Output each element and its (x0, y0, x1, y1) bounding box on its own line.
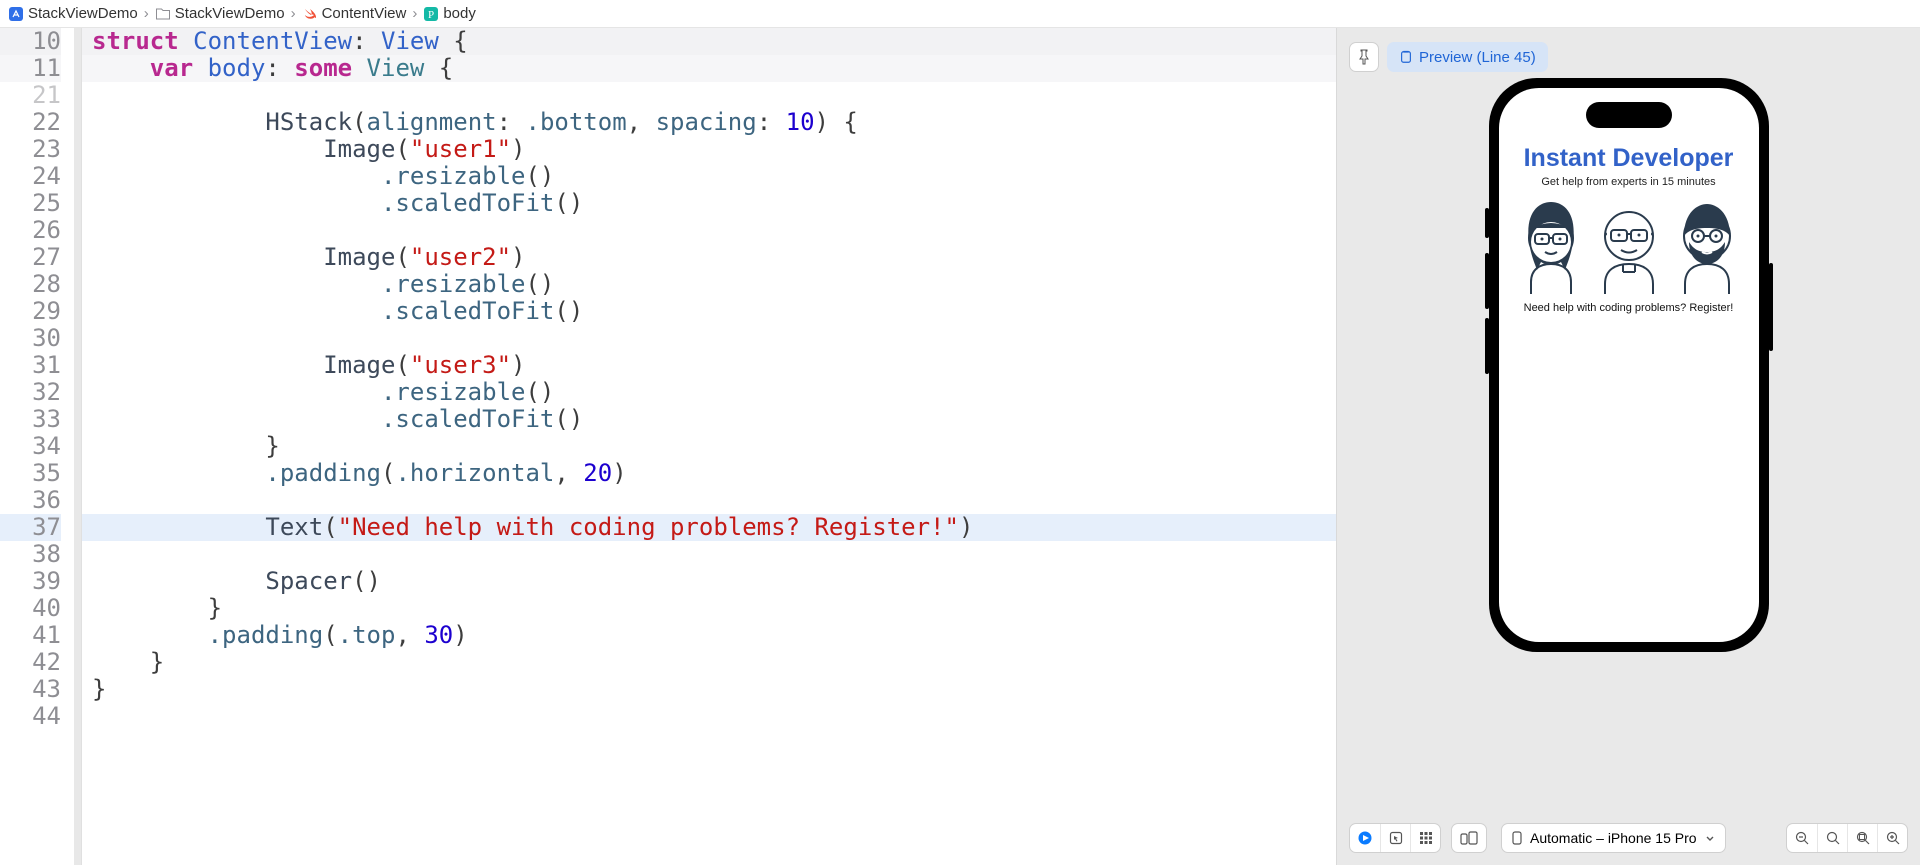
code-line[interactable]: .padding(.horizontal, 20) (82, 460, 1336, 487)
device-selector-label: Automatic – iPhone 15 Pro (1530, 830, 1697, 846)
preview-pill-label: Preview (Line 45) (1419, 49, 1536, 66)
code-line[interactable] (82, 217, 1336, 244)
crumb-folder[interactable]: StackViewDemo (155, 5, 285, 22)
phone-icon (1512, 831, 1522, 845)
code-line[interactable]: .scaledToFit() (82, 190, 1336, 217)
chevron-right-icon: › (144, 5, 149, 22)
code-line[interactable]: .padding(.top, 30) (82, 622, 1336, 649)
zoom-in-button[interactable] (1877, 824, 1907, 852)
app-footer-text: Need help with coding problems? Register… (1524, 302, 1734, 314)
crumb-project-label: StackViewDemo (28, 5, 138, 22)
device-selector[interactable]: Automatic – iPhone 15 Pro (1501, 823, 1726, 853)
chevron-right-icon: › (412, 5, 417, 22)
dynamic-island (1586, 102, 1672, 128)
zoom-fit-button[interactable] (1847, 824, 1877, 852)
pin-icon (1356, 49, 1372, 65)
crumb-file-label: ContentView (322, 5, 407, 22)
breadcrumb: StackViewDemo › StackViewDemo › ContentV… (0, 0, 1920, 28)
code-line[interactable]: Image("user1") (82, 136, 1336, 163)
phone-side-button (1485, 253, 1489, 309)
chevron-right-icon: › (291, 5, 296, 22)
code-line[interactable] (82, 541, 1336, 568)
app-icon (8, 6, 24, 22)
preview-pill[interactable]: Preview (Line 45) (1387, 42, 1548, 72)
code-line[interactable] (82, 82, 1336, 109)
canvas-bottom-bar: Automatic – iPhone 15 Pro (1349, 823, 1908, 853)
play-fill-icon (1358, 831, 1372, 845)
crumb-symbol-label: body (443, 5, 476, 22)
swift-icon (302, 6, 318, 22)
code-line[interactable]: } (82, 433, 1336, 460)
crumb-folder-label: StackViewDemo (175, 5, 285, 22)
live-preview-button[interactable] (1350, 824, 1380, 852)
code-line[interactable]: .resizable() (82, 379, 1336, 406)
zoom-reset-icon (1826, 831, 1840, 845)
variants-button[interactable] (1410, 824, 1440, 852)
crumb-file[interactable]: ContentView (302, 5, 407, 22)
code-line[interactable]: struct ContentView: View { (82, 28, 1336, 55)
avatar-user2 (1593, 198, 1665, 294)
code-area[interactable]: struct ContentView: View { var body: som… (82, 28, 1336, 865)
phone-screen[interactable]: Instant Developer Get help from experts … (1499, 88, 1759, 642)
avatar-row (1515, 198, 1743, 294)
zoom-actual-button[interactable] (1817, 824, 1847, 852)
preview-icon (1399, 50, 1413, 64)
line-number-gutter: 1011212223242526272829303132333435363738… (0, 28, 74, 865)
phone-side-button (1485, 208, 1489, 238)
code-line[interactable]: .resizable() (82, 163, 1336, 190)
crumb-project[interactable]: StackViewDemo (8, 5, 138, 22)
chevron-down-icon (1705, 833, 1715, 843)
code-line[interactable]: } (82, 595, 1336, 622)
code-line[interactable]: } (82, 676, 1336, 703)
code-line[interactable]: HStack(alignment: .bottom, spacing: 10) … (82, 109, 1336, 136)
zoom-fit-icon (1856, 831, 1870, 845)
avatar-user1 (1515, 198, 1587, 294)
zoom-in-icon (1886, 831, 1900, 845)
svg-text:P: P (428, 9, 434, 21)
code-line[interactable]: .resizable() (82, 271, 1336, 298)
code-line[interactable] (82, 325, 1336, 352)
phone-mock: Instant Developer Get help from experts … (1489, 78, 1769, 652)
crumb-symbol[interactable]: P body (423, 5, 476, 22)
code-editor[interactable]: 1011212223242526272829303132333435363738… (0, 28, 1336, 865)
avatar-user3 (1671, 198, 1743, 294)
zoom-out-button[interactable] (1787, 824, 1817, 852)
property-icon: P (423, 6, 439, 22)
code-line[interactable]: } (82, 649, 1336, 676)
zoom-out-icon (1795, 831, 1809, 845)
device-settings-button[interactable] (1452, 824, 1486, 852)
code-line[interactable] (82, 487, 1336, 514)
pin-button[interactable] (1349, 42, 1379, 72)
fold-strip (74, 28, 82, 865)
code-line[interactable]: Text("Need help with coding problems? Re… (82, 514, 1336, 541)
preview-canvas: Preview (Line 45) Instant Developer Get … (1336, 28, 1920, 865)
cursor-rect-icon (1389, 831, 1403, 845)
grid-icon (1419, 831, 1433, 845)
device-settings-icon (1460, 831, 1478, 845)
code-line[interactable]: .scaledToFit() (82, 406, 1336, 433)
app-title: Instant Developer (1524, 144, 1734, 173)
code-line[interactable] (82, 703, 1336, 730)
code-line[interactable]: Image("user2") (82, 244, 1336, 271)
selectable-preview-button[interactable] (1380, 824, 1410, 852)
code-line[interactable]: Image("user3") (82, 352, 1336, 379)
phone-power-button (1769, 263, 1773, 351)
code-line[interactable]: Spacer() (82, 568, 1336, 595)
folder-icon (155, 6, 171, 22)
app-subtitle: Get help from experts in 15 minutes (1541, 176, 1715, 188)
phone-side-button (1485, 318, 1489, 374)
code-line[interactable]: .scaledToFit() (82, 298, 1336, 325)
code-line[interactable]: var body: some View { (82, 55, 1336, 82)
